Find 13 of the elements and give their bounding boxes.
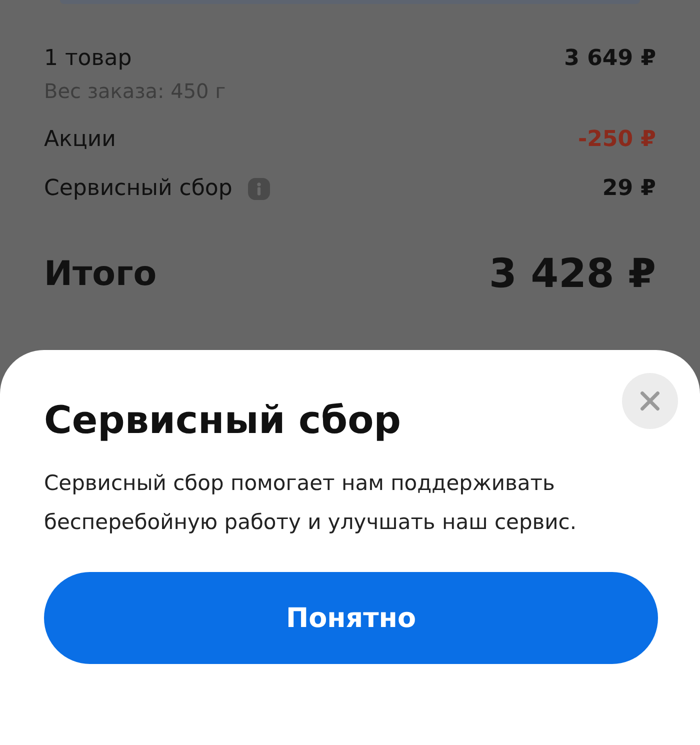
close-icon xyxy=(639,390,661,412)
total-amount: 3 428 ₽ xyxy=(488,251,656,297)
line-label: Акции xyxy=(44,127,116,152)
line-amount: 3 649 ₽ xyxy=(564,46,656,71)
sheet-text: Сервисный сбор помогает нам поддерживать бесперебойную работу и улучшать наш сервис. xyxy=(44,470,578,536)
line-amount: 29 ₽ xyxy=(602,176,656,201)
got-it-button[interactable]: Понятно xyxy=(44,572,658,664)
line-amount: -250 ₽ xyxy=(578,127,656,152)
line-label: Сервисный сбор xyxy=(44,176,232,201)
total-label: Итого xyxy=(44,254,157,294)
sheet-title: Сервисный сбор xyxy=(44,398,402,442)
info-icon[interactable] xyxy=(248,178,270,200)
line-label: 1 товар xyxy=(44,46,132,71)
